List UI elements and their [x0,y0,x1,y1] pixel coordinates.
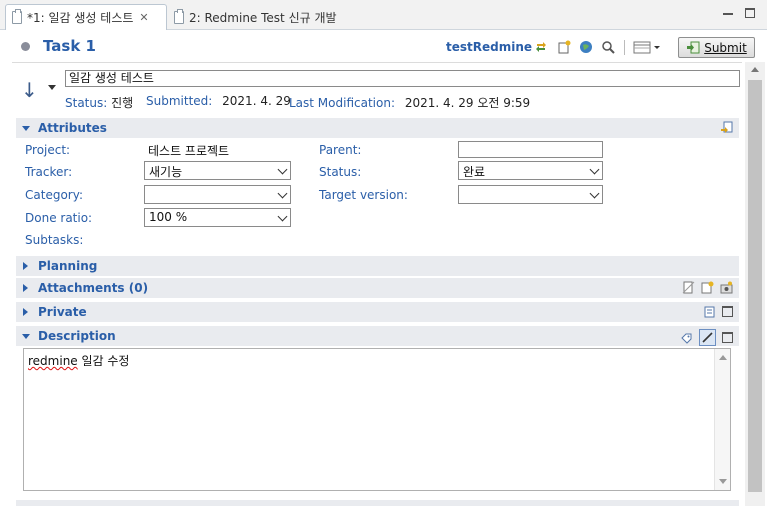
tab-label: *1: 일감 생성 테스트 [27,11,134,25]
chevron-down-icon [277,211,288,222]
section-title: Private [38,305,87,319]
synchronize-icon[interactable] [533,39,549,55]
search-icon[interactable] [600,39,616,55]
tracker-select[interactable]: 새기능 [144,161,291,180]
task-header: Task 1 testRedmine Submit [0,31,755,62]
priority-dropdown-icon[interactable] [48,85,56,90]
expand-triangle-icon[interactable] [23,284,28,292]
status-select[interactable]: 완료 [458,161,603,180]
view-menu-icon[interactable] [632,39,662,55]
status-meta: Status: 진행 [65,96,134,110]
chevron-down-icon [277,164,288,175]
new-subtask-icon[interactable] [556,39,572,55]
maximize-section-icon[interactable] [722,332,733,343]
tab-task-2[interactable]: 2: Redmine Test 신규 개발 [168,4,348,30]
expand-triangle-icon[interactable] [22,333,30,339]
section-planning[interactable]: Planning [16,256,739,276]
open-in-browser-icon[interactable] [578,39,594,55]
priority-down-arrow-icon[interactable]: ↓ [21,80,38,100]
subtasks-label: Subtasks: [25,233,84,247]
notes-icon[interactable] [703,305,716,318]
scrollbar-thumb[interactable] [748,80,762,492]
section-private[interactable]: Private [16,302,739,322]
attach-file-icon[interactable] [682,281,695,294]
scroll-up-icon[interactable] [751,67,759,72]
section-title: Planning [38,259,98,273]
done-ratio-select[interactable]: 100 % [144,208,291,227]
submitted-meta: Submitted: 2021. 4. 29 [146,94,291,108]
expand-triangle-icon[interactable] [23,308,28,316]
tab-label: 2: Redmine Test 신규 개발 [189,10,337,25]
category-select[interactable] [144,185,291,204]
task-title: Task 1 [43,37,96,55]
tab-task-1[interactable]: *1: 일감 생성 테스트 ✕ [5,4,167,30]
task-status-dot-icon [21,42,30,51]
tracker-label: Tracker: [25,165,73,179]
header-divider [12,62,742,63]
minimize-icon[interactable] [723,13,733,15]
description-text: redmine 일감 수정 [28,354,130,368]
toolbar-separator [624,40,625,55]
section-title: Attachments (0) [38,281,149,295]
repository-name: testRedmine [446,40,533,54]
section-title: Description [38,329,116,343]
new-attachment-icon[interactable] [701,281,714,294]
done-ratio-label: Done ratio: [25,211,93,225]
preview-icon[interactable] [680,331,693,344]
parent-field[interactable] [458,141,603,158]
edit-pencil-icon[interactable] [699,329,716,346]
submit-button[interactable]: Submit [678,37,755,58]
chevron-down-icon [589,164,600,175]
maximize-icon[interactable] [745,8,755,18]
document-icon [174,8,184,24]
maximize-section-icon[interactable] [722,306,733,317]
expand-triangle-icon[interactable] [23,262,28,270]
scroll-down-icon[interactable] [719,479,727,484]
section-attachments[interactable]: Attachments (0) [16,278,739,298]
description-scrollbar[interactable] [714,349,730,490]
next-section-header [16,500,739,506]
project-label: Project: [25,143,71,157]
expand-triangle-icon[interactable] [22,125,30,131]
section-description[interactable]: Description [16,326,739,346]
description-editor[interactable]: redmine 일감 수정 [23,348,731,491]
target-version-label: Target version: [319,188,408,202]
scroll-up-icon[interactable] [719,355,727,360]
chevron-down-icon [589,188,600,199]
category-label: Category: [25,188,83,202]
editor-scrollbar[interactable] [745,62,765,506]
section-attributes[interactable]: Attributes [16,118,739,138]
summary-field[interactable]: 일감 생성 테스트 [65,70,740,87]
window-controls [723,8,755,18]
target-version-select[interactable] [458,185,603,204]
project-value: 테스트 프로젝트 [148,144,230,158]
editor-tab-bar: *1: 일감 생성 테스트 ✕ 2: Redmine Test 신규 개발 [0,0,767,30]
chevron-down-icon [277,188,288,199]
attributes-refresh-icon[interactable] [720,121,733,134]
submit-icon [687,41,700,54]
close-icon[interactable]: ✕ [139,11,148,24]
status-label: Status: [319,165,362,179]
modified-meta: Last Modification: 2021. 4. 29 오전 9:59 [289,96,531,110]
section-title: Attributes [38,121,107,135]
parent-label: Parent: [319,143,362,157]
document-icon [12,9,22,24]
attach-screenshot-icon[interactable] [720,281,733,294]
